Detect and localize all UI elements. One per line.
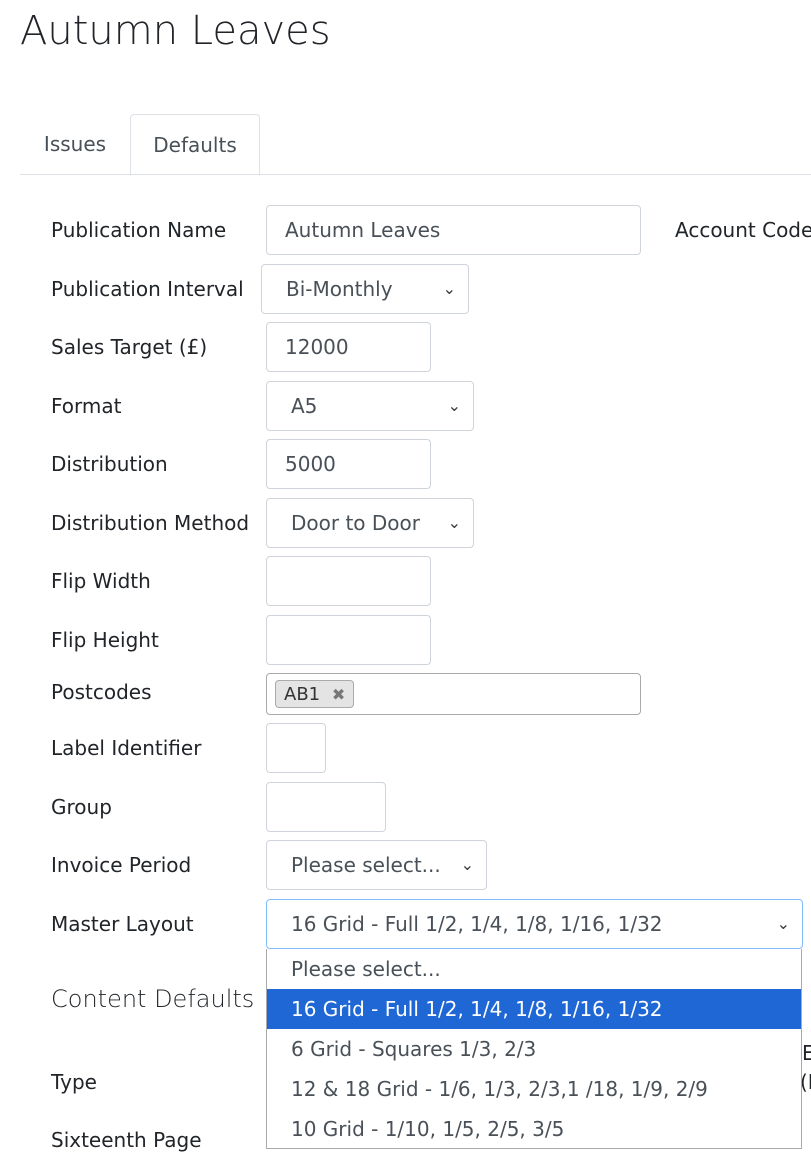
invoice-period-label: Invoice Period (51, 853, 192, 877)
clipped-label: E (802, 1041, 811, 1065)
publication-name-label: Publication Name (51, 218, 227, 242)
type-label: Type (51, 1070, 97, 1094)
label-identifier-input[interactable] (266, 723, 326, 773)
account-code-label: Account Code (675, 218, 811, 242)
format-label: Format (51, 394, 122, 418)
chevron-down-icon: ⌄ (447, 396, 461, 415)
sixteenth-page-label: Sixteenth Page (51, 1128, 202, 1152)
master-layout-select[interactable]: 16 Grid - Full 1/2, 1/4, 1/8, 1/16, 1/32… (266, 899, 803, 949)
flip-width-input[interactable] (266, 556, 431, 606)
postcodes-tag-input[interactable]: AB1 ✖ (266, 673, 641, 715)
chevron-down-icon: ⌄ (460, 855, 474, 874)
publication-interval-value: Bi-Monthly (286, 277, 393, 301)
format-select[interactable]: A5 ⌄ (266, 381, 474, 431)
flip-width-label: Flip Width (51, 569, 151, 593)
dropdown-option-selected[interactable]: 16 Grid - Full 1/2, 1/4, 1/8, 1/16, 1/32 (267, 989, 801, 1029)
invoice-period-value: Please select... (291, 853, 441, 877)
format-value: A5 (291, 394, 318, 418)
dropdown-option[interactable]: 10 Grid - 1/10, 1/5, 2/5, 3/5 (267, 1109, 801, 1148)
distribution-method-select[interactable]: Door to Door ⌄ (266, 498, 474, 548)
chevron-down-icon: ⌄ (442, 279, 456, 298)
group-input[interactable] (266, 782, 386, 832)
tab-defaults[interactable]: Defaults (130, 114, 260, 176)
group-label: Group (51, 795, 112, 819)
flip-height-input[interactable] (266, 615, 431, 665)
postcode-tag-label: AB1 (284, 684, 321, 705)
flip-height-label: Flip Height (51, 628, 159, 652)
publication-interval-select[interactable]: Bi-Monthly ⌄ (261, 264, 469, 314)
dropdown-option[interactable]: 12 & 18 Grid - 1/6, 1/3, 2/3,1 /18, 1/9,… (267, 1069, 801, 1109)
sales-target-input[interactable]: 12000 (266, 322, 431, 372)
publication-interval-label: Publication Interval (51, 277, 244, 301)
publication-name-input[interactable]: Autumn Leaves (266, 205, 641, 255)
content-defaults-title: Content Defaults (51, 985, 255, 1013)
postcodes-label: Postcodes (51, 680, 152, 704)
tab-issues[interactable]: Issues (20, 114, 130, 174)
dropdown-option[interactable]: Please select... (267, 949, 801, 989)
invoice-period-select[interactable]: Please select... ⌄ (266, 840, 487, 890)
distribution-method-label: Distribution Method (51, 511, 250, 535)
master-layout-dropdown[interactable]: Please select... 16 Grid - Full 1/2, 1/4… (266, 949, 802, 1149)
master-layout-value: 16 Grid - Full 1/2, 1/4, 1/8, 1/16, 1/32 (291, 912, 663, 936)
sales-target-label: Sales Target (£) (51, 335, 208, 359)
chevron-down-icon: ⌄ (776, 914, 790, 933)
distribution-input[interactable]: 5000 (266, 439, 431, 489)
page-title: Autumn Leaves (20, 8, 331, 54)
postcode-tag: AB1 ✖ (275, 680, 355, 708)
remove-tag-icon[interactable]: ✖ (332, 685, 345, 704)
tabs-divider (20, 174, 811, 175)
label-identifier-label: Label Identifier (51, 736, 202, 760)
distribution-method-value: Door to Door (291, 511, 420, 535)
dropdown-option[interactable]: 6 Grid - Squares 1/3, 2/3 (267, 1029, 801, 1069)
master-layout-label: Master Layout (51, 912, 194, 936)
distribution-label: Distribution (51, 452, 168, 476)
chevron-down-icon: ⌄ (447, 513, 461, 532)
